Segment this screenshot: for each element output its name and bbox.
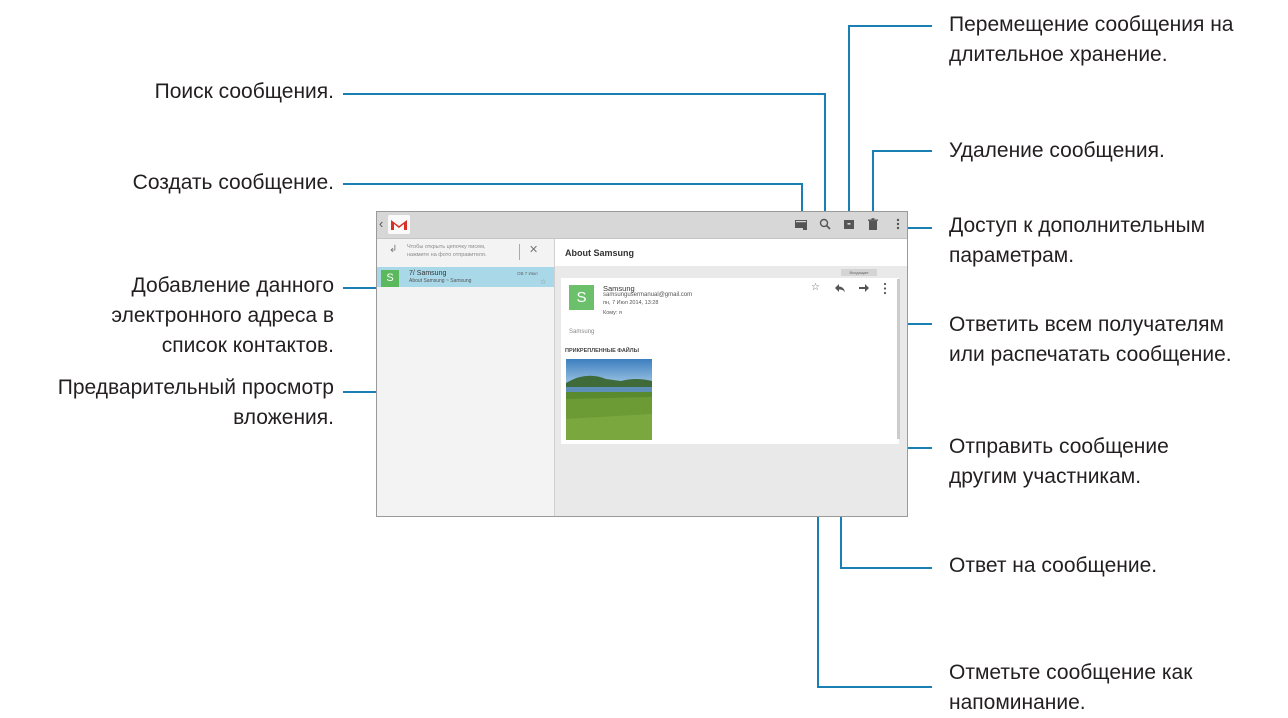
archive-icon[interactable] [842,217,856,231]
close-icon[interactable]: ✕ [529,243,538,256]
attachment-preview[interactable] [566,359,652,440]
email-screen: ‹ ↲ Чтобы открыть цепочку писем, нажмите… [376,211,908,517]
callout-line: Доступ к дополнительным [949,214,1206,237]
conversation-sender: 7/ Samsung [409,270,447,277]
more-icon[interactable] [882,282,888,296]
callout-line: Предварительный просмотр [57,376,334,399]
callout-forward: Отправить сообщение другим участникам. [949,432,1169,492]
search-icon[interactable] [818,217,832,231]
leader-star-h [817,686,932,688]
callout-line: список контактов. [161,334,334,357]
leader-archive-h [848,25,932,27]
callout-compose: Создать сообщение. [132,171,334,194]
callout-preview: Предварительный просмотр вложения. [58,373,334,433]
action-bar: ‹ [377,212,907,239]
callout-reply-all: Ответить всем получателям или распечатат… [949,310,1232,370]
callout-line: длительное хранение. [949,43,1168,66]
hint-banner: ↲ Чтобы открыть цепочку писем, нажмите н… [377,239,554,268]
leader-more-options [906,227,932,229]
gmail-logo[interactable] [388,215,410,234]
leader-delete-v [872,150,874,220]
forward-icon[interactable] [858,283,870,293]
leader-archive-v [848,25,850,220]
hint-divider [519,244,520,260]
callout-line: Добавление данного [131,274,335,297]
callout-line: другим участникам. [949,465,1142,488]
callout-delete: Удаление сообщения. [949,139,1165,162]
callout-star: Отметьте сообщение как напоминание. [949,661,1192,718]
callout-line: напоминание. [949,691,1086,714]
sender-avatar[interactable]: S [569,285,594,310]
conversation-item[interactable]: S 7/ Samsung About Samsung ~ Samsung ОВ … [377,267,554,287]
callout-add-contact: Добавление данного электронного адреса в… [111,271,334,361]
hint-line: нажмите на фото отправителя. [407,252,487,258]
conversation-subject: About Samsung ~ Samsung [409,278,472,284]
hint-arrow-icon: ↲ [389,244,398,255]
message-subject: About Samsung [565,248,634,258]
hint-line: Чтобы открыть цепочку писем, [407,244,486,250]
callout-reply: Ответ на сообщение. [949,554,1158,577]
callout-line: или распечатать сообщение. [949,343,1232,366]
subject-bar: About Samsung [555,239,907,266]
scrollbar[interactable] [897,279,900,439]
callout-line: Перемещение сообщения на [949,13,1234,36]
message-reader: About Samsung Входящие S Samsung samsung… [555,239,907,516]
recipient: Кому: я [603,310,622,316]
reply-icon[interactable] [834,283,846,293]
leader-compose-h [343,183,802,185]
callout-line: Ответить всем получателям [949,313,1224,336]
star-icon[interactable]: ☆ [811,282,820,293]
leader-search-v [824,93,826,220]
leader-delete-h [872,150,932,152]
conversation-list: ↲ Чтобы открыть цепочку писем, нажмите н… [377,239,555,516]
message-date: пн, 7 Июл 2014, 13:28 [603,300,659,306]
attachments-title: ПРИКРЕПЛЕННЫЕ ФАЙЛЫ [565,348,640,354]
leader-reply-h [840,567,932,569]
callout-line: электронного адреса в [111,304,334,327]
callout-line: вложения. [233,406,334,429]
callout-line: Отправить сообщение [949,435,1169,458]
message-body: Samsung [569,329,595,335]
callout-search: Поиск сообщения. [154,80,334,103]
avatar[interactable]: S [381,270,399,287]
leader-search-h [343,93,825,95]
message-card: S Samsung samsungusermanual@gmail.com пн… [561,278,899,444]
back-icon[interactable]: ‹ [379,216,383,231]
sender-email: samsungusermanual@gmail.com [603,292,693,298]
callout-line: Отметьте сообщение как [949,661,1193,684]
conversation-date: ОВ 7 Июл [517,271,538,276]
callout-archive: Перемещение сообщения на длительное хран… [949,10,1233,70]
hint-text: Чтобы открыть цепочку писем, нажмите на … [407,243,517,259]
callout-more-options: Доступ к дополнительным параметрам. [949,211,1205,271]
callout-line: параметрам. [949,244,1075,267]
compose-icon[interactable] [794,217,808,231]
star-icon[interactable]: ☆ [540,278,546,286]
overflow-menu-icon[interactable] [891,217,905,231]
delete-icon[interactable] [866,217,880,231]
label-badge[interactable]: Входящие [841,269,877,276]
